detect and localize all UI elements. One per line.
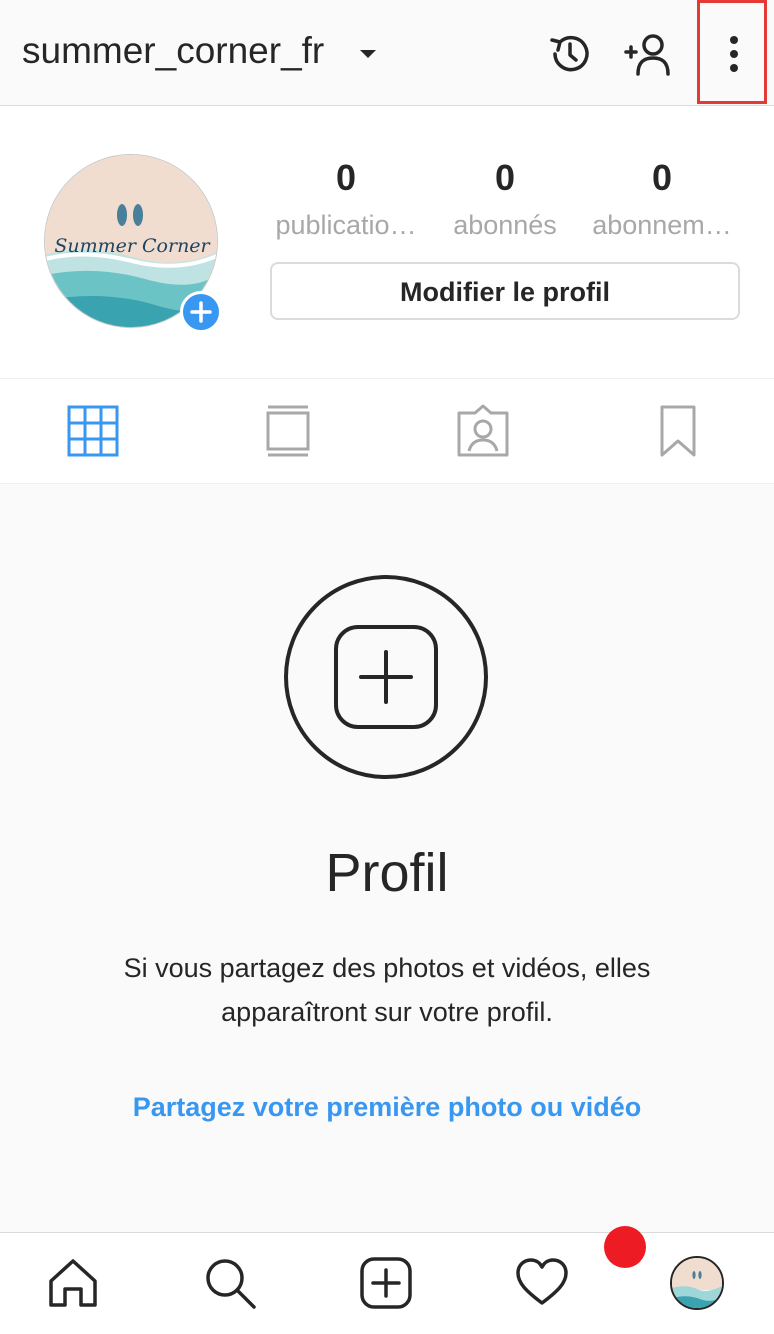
username-switcher[interactable]: summer_corner_fr — [22, 30, 324, 72]
bottom-navigation — [0, 1232, 774, 1334]
stat-followers-label: abonnés — [453, 210, 557, 240]
empty-state-description: Si vous partagez des photos et vidéos, e… — [123, 953, 651, 1027]
add-post-icon[interactable] — [283, 574, 489, 780]
stat-followers[interactable]: 0 abonnés — [425, 158, 585, 242]
stat-posts-count: 0 — [335, 157, 357, 198]
grid-icon[interactable] — [65, 403, 121, 459]
heart-icon[interactable] — [514, 1255, 570, 1311]
profile-tabs — [0, 378, 774, 484]
add-story-button[interactable] — [180, 291, 222, 333]
search-icon[interactable] — [202, 1255, 258, 1311]
empty-state-title: Profil — [325, 843, 449, 903]
tagged-icon[interactable] — [455, 403, 511, 459]
mini-avatar-image — [672, 1258, 722, 1308]
home-icon[interactable] — [45, 1255, 101, 1311]
highlight-frame — [697, 0, 767, 104]
add-person-icon[interactable] — [624, 30, 672, 78]
chevron-down-icon[interactable] — [360, 50, 376, 58]
feed-icon[interactable] — [260, 403, 316, 459]
share-first-photo-link[interactable]: Partagez votre première photo ou vidéo — [0, 1092, 774, 1123]
avatar-logo-text: Summer Corner — [54, 235, 211, 257]
stat-following-label: abonnem… — [592, 210, 732, 240]
stat-following[interactable]: 0 abonnem… — [582, 158, 742, 242]
stat-posts[interactable]: 0 publicatio… — [266, 158, 426, 242]
stat-posts-label: publicatio… — [275, 210, 417, 240]
stat-following-count: 0 — [651, 157, 673, 198]
new-post-icon[interactable] — [358, 1255, 414, 1311]
history-icon[interactable] — [546, 30, 594, 78]
profile-tab-avatar[interactable] — [670, 1256, 724, 1310]
plus-icon — [190, 301, 212, 323]
saved-icon[interactable] — [650, 403, 706, 459]
edit-profile-button[interactable]: Modifier le profil — [270, 262, 740, 320]
stat-followers-count: 0 — [494, 157, 516, 198]
notification-dot — [604, 1226, 646, 1268]
top-header: summer_corner_fr — [0, 0, 774, 106]
